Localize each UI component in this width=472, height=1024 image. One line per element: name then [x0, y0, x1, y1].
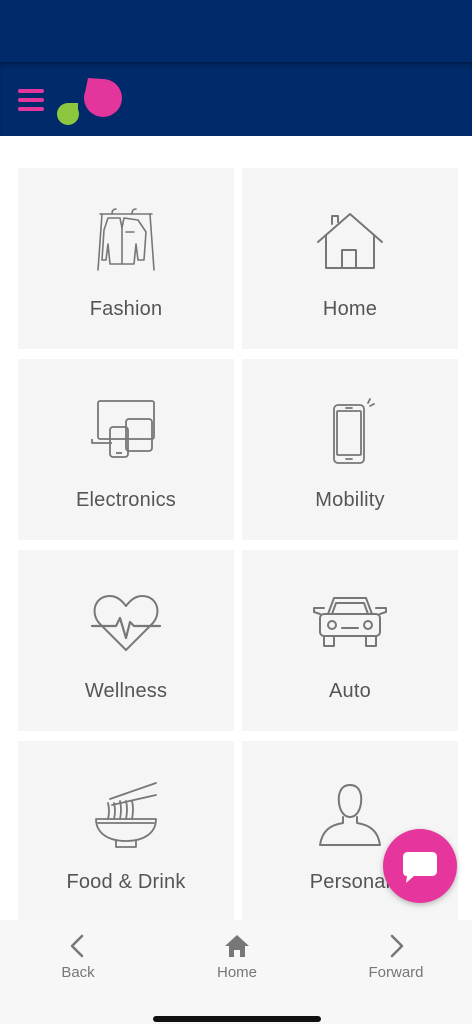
- car-icon: [313, 597, 387, 647]
- category-label: Auto: [329, 680, 371, 702]
- chevron-left-icon: [70, 934, 84, 958]
- menu-button[interactable]: [14, 85, 48, 115]
- app-header: [0, 62, 472, 136]
- category-label: Wellness: [84, 680, 168, 702]
- chevron-right-icon: [390, 934, 404, 958]
- category-tile-auto[interactable]: Auto: [242, 550, 458, 731]
- category-tile-food-drink[interactable]: Food & Drink: [18, 741, 234, 922]
- bottom-nav: Back Home Forward: [0, 920, 472, 1024]
- nav-back-button[interactable]: Back: [18, 932, 138, 981]
- status-bar: [0, 0, 472, 62]
- home-indicator: [153, 1016, 321, 1022]
- nav-home-button[interactable]: Home: [177, 932, 297, 981]
- nav-forward-label: Forward: [368, 964, 424, 981]
- chat-bubble-icon: [403, 852, 437, 883]
- category-label: Fashion: [89, 298, 163, 320]
- brand-logo[interactable]: [54, 76, 126, 128]
- category-label: Mobility: [315, 489, 385, 511]
- person-icon: [319, 784, 381, 846]
- noodle-bowl-icon: [95, 782, 157, 848]
- smartphone-icon: [333, 398, 375, 464]
- chat-button[interactable]: [383, 829, 457, 903]
- category-label: Home: [322, 298, 378, 320]
- category-label: Electronics: [75, 489, 176, 511]
- nav-home-label: Home: [216, 964, 257, 981]
- nav-forward-button[interactable]: Forward: [336, 932, 456, 981]
- category-tile-electronics[interactable]: Electronics: [18, 359, 234, 540]
- clothes-rack-icon: [97, 208, 155, 271]
- category-tile-fashion[interactable]: Fashion: [18, 168, 234, 349]
- house-icon: [317, 213, 383, 269]
- devices-icon: [91, 400, 155, 458]
- heart-pulse-icon: [90, 595, 162, 651]
- category-tile-mobility[interactable]: Mobility: [242, 359, 458, 540]
- category-label: Food & Drink: [66, 871, 186, 893]
- home-icon: [225, 935, 249, 957]
- category-tile-wellness[interactable]: Wellness: [18, 550, 234, 731]
- category-tile-home[interactable]: Home: [242, 168, 458, 349]
- nav-back-label: Back: [61, 964, 95, 981]
